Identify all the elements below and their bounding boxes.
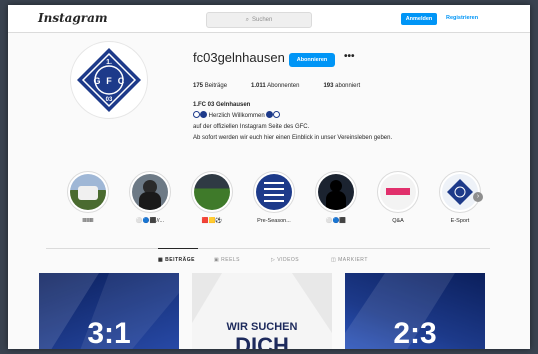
white-circle-icon [193,111,200,118]
white-circle-icon [273,111,281,118]
lineup-graphic-icon [256,174,292,210]
profile-username: fc03gelnhausen [193,50,285,65]
top-navigation-bar: Instagram ⌕ Suchen Anmelden Registrieren [8,5,530,33]
tag-icon: ◫ [331,257,337,263]
profile-stats: 175 Beiträge 1.011 Abonnenten 193 abonni… [193,83,360,89]
active-tab-indicator [158,248,198,249]
bio-line-welcome: Herzlich Willkommen [193,111,392,122]
tabs-divider [46,248,490,249]
post-tile[interactable]: 3:1 [39,273,179,349]
highlights-next-chevron-icon[interactable]: › [473,192,483,202]
highlight-item[interactable]: Q&A [368,171,428,224]
instagram-window: Instagram ⌕ Suchen Anmelden Registrieren… [8,5,530,349]
video-icon: ▷ [271,257,276,263]
instagram-logo[interactable]: Instagram [38,11,108,25]
tab-posts[interactable]: ▦ BEITRÄGE [158,257,195,263]
bio-line-2: auf der offiziellen Instagram Seite des … [193,124,310,130]
post-tile[interactable]: WIR SUCHEN DICH [192,273,332,349]
highlight-item[interactable]: Pre-Season... [244,171,304,224]
more-options-icon[interactable]: ••• [344,51,355,62]
story-highlights: ⅢⅢⅢ ⚪🔵⬛//... 🟥🟨⚽ Pre-Season... ⚪🔵⬛ Q&A E… [58,171,498,229]
stat-posts[interactable]: 175 Beiträge [193,83,227,89]
stat-followers[interactable]: 1.011 Abonnenten [251,83,299,89]
follow-button[interactable]: Abonnieren [289,53,335,67]
club-crest-icon: 1. G F C 03 [77,48,141,112]
post-score: 2:3 [393,317,437,349]
tab-tagged[interactable]: ◫ MARKIERT [331,257,368,263]
highlight-item[interactable]: ⚪🔵⬛//... [120,171,180,224]
team-photo-icon [70,174,106,210]
reels-icon: ▣ [214,257,220,263]
tab-reels[interactable]: ▣ REELS [214,257,240,263]
crest-bottom-text: 03 [106,97,113,103]
profile-bio: 1.FC 03 Gelnhausen Herzlich Willkommen a… [193,100,392,144]
qa-graphic-icon [380,174,416,210]
field-photo-icon [194,174,230,210]
tab-videos[interactable]: ▷ VIDEOS [271,257,299,263]
grid-icon: ▦ [158,257,164,263]
post-tile[interactable]: 2:3 [345,273,485,349]
profile-avatar[interactable]: 1. G F C 03 [70,41,148,119]
register-link[interactable]: Registrieren [446,15,478,21]
bio-name: 1.FC 03 Gelnhausen [193,102,251,108]
crest-left-text: G [93,76,100,86]
bio-line-3: Ab sofort werden wir euch hier einen Ein… [193,135,393,141]
highlight-item[interactable]: ⅢⅢⅢ [58,171,118,224]
player-photo-icon [132,174,168,210]
highlight-item[interactable]: ⚪🔵⬛ [306,171,366,224]
post-headline-big: DICH [235,333,289,349]
crest-top-text: 1. [106,59,112,66]
highlight-item[interactable]: 🟥🟨⚽ [182,171,242,224]
crest-logo-icon [442,174,478,210]
silhouette-icon [318,174,354,210]
crest-mid-text: F [106,76,112,86]
login-button[interactable]: Anmelden [401,13,437,25]
post-score: 3:1 [87,317,131,349]
search-placeholder: Suchen [252,17,273,23]
search-icon: ⌕ [245,16,249,23]
post-headline: WIR SUCHEN [226,321,298,333]
blue-circle-icon [266,111,274,118]
crest-right-text: C [118,76,125,86]
stat-following[interactable]: 193 abonniert [323,83,360,89]
blue-circle-icon [200,111,207,118]
search-input[interactable]: ⌕ Suchen [206,12,312,28]
